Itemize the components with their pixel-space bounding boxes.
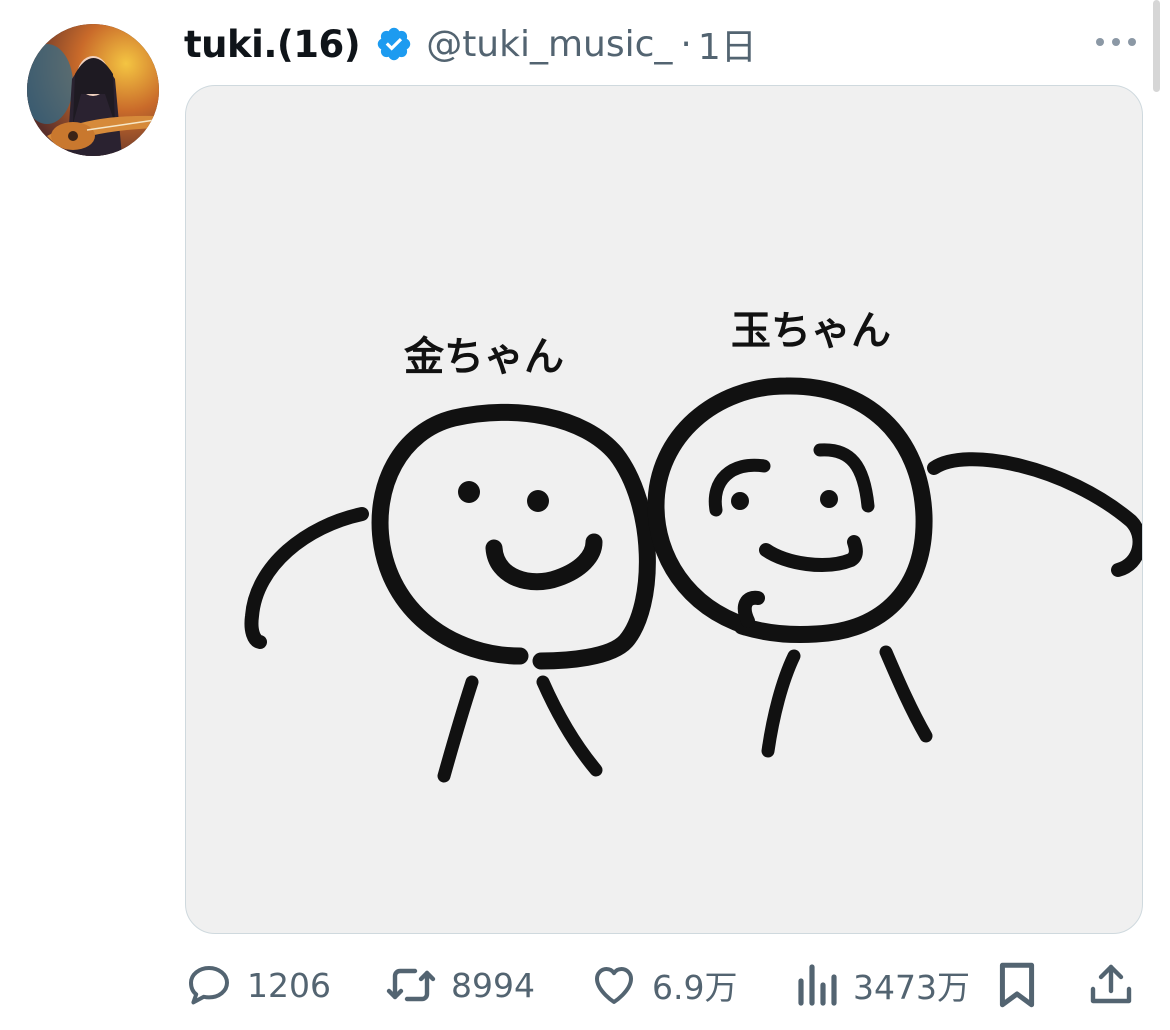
retweet-button[interactable]: 8994 (385, 955, 535, 1015)
views-button[interactable]: 3473万 (795, 955, 970, 1015)
tweet-actions: 1206 8994 6.9万 3473万 (185, 955, 1145, 1015)
reply-button[interactable]: 1206 (185, 955, 331, 1015)
scrollbar[interactable] (1153, 0, 1160, 92)
tweet-media-image[interactable]: 金ちゃん 玉ちゃん (185, 85, 1143, 934)
stick-figures-drawing: 金ちゃん 玉ちゃん (244, 308, 1142, 783)
timestamp[interactable]: 1日 (698, 18, 757, 70)
share-button[interactable] (1087, 955, 1135, 1015)
like-button[interactable]: 6.9万 (590, 955, 737, 1015)
figure-tama-chan (647, 377, 1142, 758)
separator-dot: · (680, 23, 692, 65)
retweet-count: 8994 (451, 965, 535, 1005)
handle[interactable]: @tuki_music_ (426, 24, 672, 65)
bookmark-icon (995, 960, 1039, 1010)
retweet-icon (385, 961, 437, 1009)
bookmark-button[interactable] (995, 955, 1039, 1015)
label-kin-chan: 金ちゃん (403, 334, 564, 380)
more-dots-icon (1096, 38, 1136, 46)
more-options-button[interactable] (1092, 28, 1140, 56)
like-count: 6.9万 (652, 968, 738, 1007)
reply-count: 1206 (247, 965, 331, 1005)
reply-bubble-icon (185, 961, 233, 1009)
heart-icon (590, 961, 638, 1009)
label-tama-chan: 玉ちゃん (731, 308, 891, 354)
verified-badge-icon (374, 24, 414, 64)
figure-kin-chan (244, 403, 656, 783)
tweet-header: tuki.(16) @tuki_music_ · 1日 (184, 18, 757, 70)
bar-chart-icon (795, 961, 839, 1009)
views-count: 3473万 (853, 968, 970, 1007)
share-upload-icon (1087, 961, 1135, 1009)
display-name[interactable]: tuki.(16) (184, 23, 361, 66)
avatar[interactable] (27, 24, 159, 156)
avatar-image (27, 24, 159, 156)
tweet: tuki.(16) @tuki_music_ · 1日 金ちゃん 玉ちゃん 12… (0, 0, 1170, 1030)
